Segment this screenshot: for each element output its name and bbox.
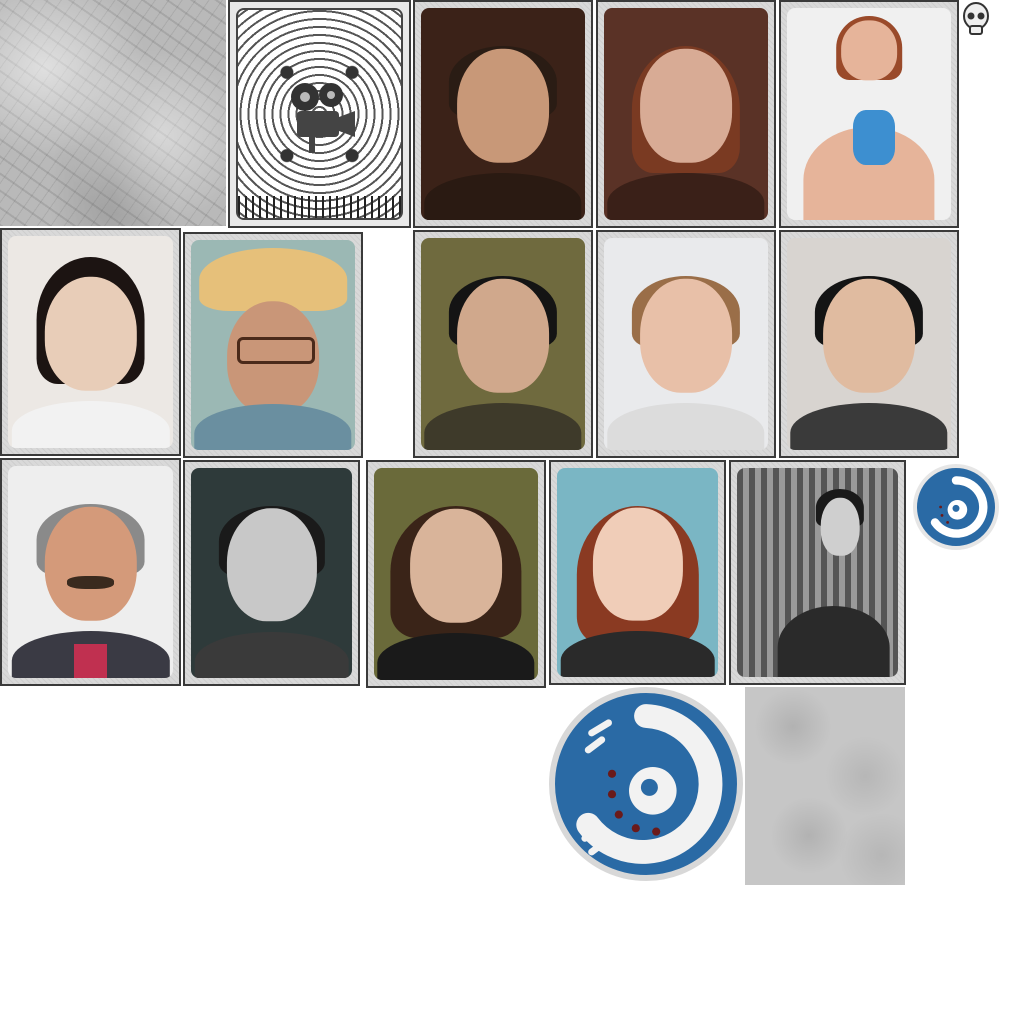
portrait-woman-glasses-hat bbox=[191, 240, 355, 450]
portrait-vintage-man-library bbox=[737, 468, 898, 677]
portrait-card bbox=[596, 230, 776, 458]
skull-icon bbox=[962, 2, 990, 38]
film-camera-icon bbox=[236, 8, 403, 220]
portrait-card bbox=[366, 460, 546, 688]
portrait-card bbox=[0, 458, 181, 686]
portrait-woman-auburn bbox=[604, 8, 768, 220]
portrait-woman-curly-smile bbox=[374, 468, 538, 680]
portrait-card bbox=[183, 460, 360, 686]
portrait-card bbox=[779, 0, 959, 228]
portrait-woman-red-hair bbox=[557, 468, 718, 677]
portrait-card bbox=[183, 232, 363, 458]
salamander-badge-small bbox=[913, 464, 999, 550]
portrait-vintage-man-bw bbox=[191, 468, 352, 678]
portrait-woman-dark-bob bbox=[8, 236, 173, 448]
portrait-woman-blue-swimsuit bbox=[787, 8, 951, 220]
concrete-texture-tile bbox=[745, 687, 905, 885]
paper-texture-tile bbox=[0, 0, 226, 226]
portrait-card bbox=[549, 460, 726, 685]
portrait-young-man-beard bbox=[421, 8, 585, 220]
portrait-card bbox=[413, 230, 593, 458]
portrait-card bbox=[413, 0, 593, 228]
portrait-young-man-black-hair bbox=[787, 238, 951, 450]
portrait-card bbox=[729, 460, 906, 685]
portrait-older-man-mustache bbox=[8, 466, 173, 678]
camera-glyph bbox=[290, 83, 355, 153]
portrait-card bbox=[779, 230, 959, 458]
salamander-badge-large bbox=[549, 687, 743, 881]
portrait-card bbox=[596, 0, 776, 228]
salamander-icon bbox=[576, 704, 723, 864]
portrait-woman-short-hair bbox=[604, 238, 768, 450]
salamander-icon bbox=[930, 476, 988, 538]
film-camera-card bbox=[228, 0, 411, 228]
portrait-man-dark-hair bbox=[421, 238, 585, 450]
portrait-card bbox=[0, 228, 181, 456]
